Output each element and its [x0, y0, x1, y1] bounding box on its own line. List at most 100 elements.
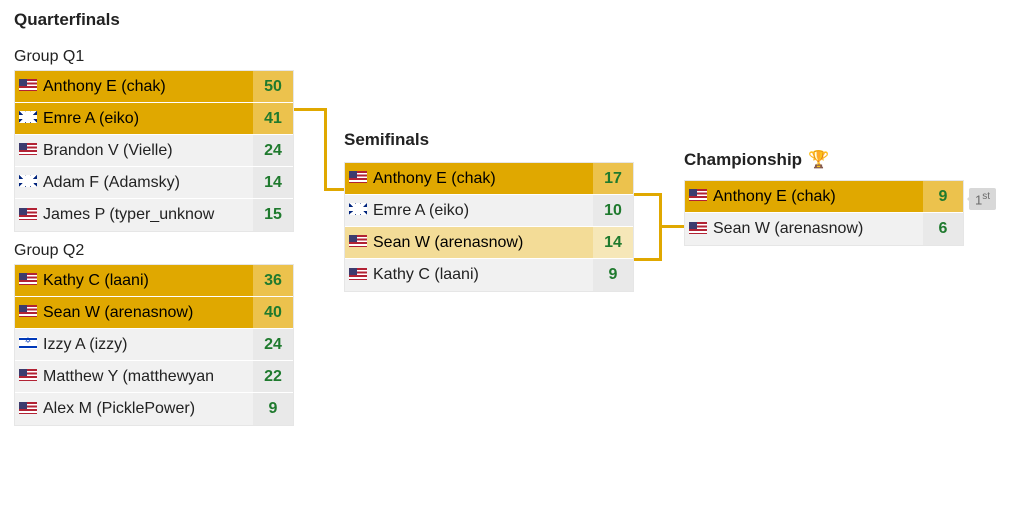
flag-us-icon — [349, 235, 367, 247]
ch-row[interactable]: Anthony E (chak)9 — [685, 181, 963, 213]
player-score: 6 — [923, 213, 963, 245]
player-score: 50 — [253, 71, 293, 102]
flag-us-icon — [19, 79, 37, 91]
q1-row[interactable]: Emre A (eiko)41 — [15, 103, 293, 135]
player-name: Kathy C (laani) — [367, 266, 593, 284]
sf-row[interactable]: Sean W (arenasnow)14 — [345, 227, 633, 259]
flag-cell — [345, 203, 367, 218]
sf-row[interactable]: Kathy C (laani)9 — [345, 259, 633, 291]
player-name: Anthony E (chak) — [367, 170, 593, 188]
flag-il-icon — [19, 337, 37, 349]
flag-uk-icon — [349, 203, 367, 215]
player-name: Anthony E (chak) — [707, 188, 923, 206]
flag-cell — [345, 268, 367, 283]
semifinals-title: Semifinals — [344, 130, 634, 150]
flag-uk-icon — [19, 175, 37, 187]
group-q1-title: Group Q1 — [14, 48, 294, 66]
q2-row[interactable]: Sean W (arenasnow)40 — [15, 297, 293, 329]
q2-row[interactable]: Izzy A (izzy)24 — [15, 329, 293, 361]
flag-cell — [345, 171, 367, 186]
player-score: 15 — [253, 199, 293, 231]
q2-row[interactable]: Alex M (PicklePower)9 — [15, 393, 293, 425]
connector-line — [634, 258, 659, 261]
connector-line — [659, 193, 662, 228]
flag-us-icon — [689, 189, 707, 201]
flag-us-icon — [19, 305, 37, 317]
semifinals-box: Anthony E (chak)17Emre A (eiko)10Sean W … — [344, 162, 634, 292]
flag-cell — [345, 235, 367, 250]
player-score: 9 — [593, 259, 633, 291]
player-score: 14 — [593, 227, 633, 258]
group-q2-box: Kathy C (laani)36Sean W (arenasnow)40Izz… — [14, 264, 294, 426]
player-score: 9 — [253, 393, 293, 425]
player-score: 17 — [593, 163, 633, 194]
place-suffix: st — [982, 191, 990, 202]
player-score: 41 — [253, 103, 293, 134]
flag-cell — [685, 222, 707, 237]
player-score: 40 — [253, 297, 293, 328]
q1-row[interactable]: James P (typer_unknow15 — [15, 199, 293, 231]
group-q2-title: Group Q2 — [14, 242, 294, 260]
q1-row[interactable]: Adam F (Adamsky)14 — [15, 167, 293, 199]
q2-row[interactable]: Matthew Y (matthewyan22 — [15, 361, 293, 393]
quarterfinals-column: Quarterfinals Group Q1 Anthony E (chak)5… — [14, 10, 294, 426]
flag-uk-icon — [19, 111, 37, 123]
flag-cell — [15, 143, 37, 158]
player-name: Izzy A (izzy) — [37, 336, 253, 354]
sf-row[interactable]: Anthony E (chak)17 — [345, 163, 633, 195]
sf-row[interactable]: Emre A (eiko)10 — [345, 195, 633, 227]
flag-us-icon — [19, 143, 37, 155]
player-name: Kathy C (laani) — [37, 272, 253, 290]
championship-column: Championship 🏆 Anthony E (chak)9Sean W (… — [684, 10, 964, 426]
connector-line — [324, 188, 344, 191]
flag-us-icon — [19, 273, 37, 285]
player-name: Anthony E (chak) — [37, 78, 253, 96]
player-score: 10 — [593, 195, 633, 226]
connector-line — [294, 108, 324, 111]
q1-row[interactable]: Anthony E (chak)50 — [15, 71, 293, 103]
q2-row[interactable]: Kathy C (laani)36 — [15, 265, 293, 297]
player-name: Sean W (arenasnow) — [707, 220, 923, 238]
flag-us-icon — [19, 369, 37, 381]
bracket-container: Quarterfinals Group Q1 Anthony E (chak)5… — [14, 10, 1010, 426]
championship-title-text: Championship — [684, 150, 802, 170]
player-name: Sean W (arenasnow) — [367, 234, 593, 252]
flag-cell — [685, 189, 707, 204]
flag-cell — [15, 208, 37, 223]
player-name: James P (typer_unknow — [37, 206, 253, 224]
first-place-tag: 1st — [969, 188, 996, 210]
player-name: Alex M (PicklePower) — [37, 400, 253, 418]
player-score: 14 — [253, 167, 293, 198]
flag-cell — [15, 273, 37, 288]
player-name: Sean W (arenasnow) — [37, 304, 253, 322]
connector-line — [634, 193, 659, 196]
group-q1-box: Anthony E (chak)50Emre A (eiko)41Brandon… — [14, 70, 294, 232]
flag-cell — [15, 369, 37, 384]
flag-cell — [15, 79, 37, 94]
flag-cell — [15, 305, 37, 320]
flag-us-icon — [349, 268, 367, 280]
flag-cell — [15, 402, 37, 417]
connector-line — [324, 108, 327, 188]
connector-line — [659, 225, 684, 228]
flag-us-icon — [19, 402, 37, 414]
q1-row[interactable]: Brandon V (Vielle)24 — [15, 135, 293, 167]
player-name: Brandon V (Vielle) — [37, 142, 253, 160]
player-score: 22 — [253, 361, 293, 392]
ch-row[interactable]: Sean W (arenasnow)6 — [685, 213, 963, 245]
player-name: Adam F (Adamsky) — [37, 174, 253, 192]
player-score: 24 — [253, 329, 293, 360]
flag-us-icon — [19, 208, 37, 220]
flag-us-icon — [689, 222, 707, 234]
semifinals-column: Semifinals Anthony E (chak)17Emre A (eik… — [344, 10, 634, 426]
trophy-icon: 🏆 — [808, 150, 829, 170]
player-score: 24 — [253, 135, 293, 166]
player-name: Matthew Y (matthewyan — [37, 368, 253, 386]
flag-cell — [15, 337, 37, 352]
flag-cell — [15, 175, 37, 190]
player-name: Emre A (eiko) — [37, 110, 253, 128]
connector-line — [659, 228, 662, 261]
quarterfinals-title: Quarterfinals — [14, 10, 294, 30]
flag-cell — [15, 111, 37, 126]
flag-us-icon — [349, 171, 367, 183]
